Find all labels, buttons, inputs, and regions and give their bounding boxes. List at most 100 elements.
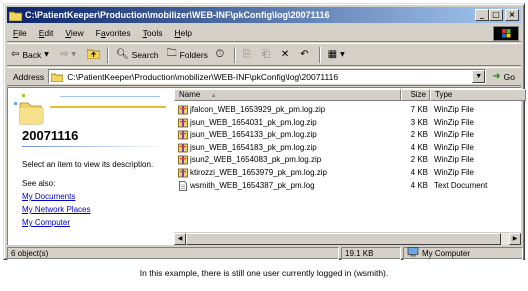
chevron-down-icon: ▼ [71, 51, 76, 58]
zip-icon [178, 130, 188, 140]
menu-view[interactable]: View [59, 28, 89, 38]
views-button[interactable]: ▦ ▼ [324, 46, 352, 64]
content-area: 20071116 Select an item to view its desc… [7, 87, 526, 245]
scroll-thumb[interactable] [186, 233, 501, 245]
up-folder-button[interactable] [83, 46, 104, 64]
folders-button[interactable]: 🗀 Folders [163, 46, 212, 64]
maximize-button[interactable]: □ [489, 9, 503, 21]
toolbar-divider [318, 46, 321, 63]
toolbar: ⇦ Back ▼ ⇨ ▼ 🔍︎ Search 🗀 Folders 🕓︎ ⎘ ⎗ … [7, 43, 521, 66]
zip-icon [178, 143, 188, 153]
minimize-button[interactable]: _ [475, 9, 489, 21]
file-size: 7 KB [410, 105, 428, 114]
column-header-name[interactable]: Name ▲ [174, 89, 401, 101]
undo-button[interactable]: ↶ [296, 46, 315, 64]
back-button[interactable]: ⇦ Back ▼ [7, 46, 56, 64]
search-icon: 🔍︎ [115, 49, 129, 60]
file-row[interactable]: jsun2_WEB_1654083_pk_pm.log.zip 2 KB WinZi… [174, 154, 521, 166]
file-row[interactable]: wsmith_WEB_1654387_pk_pm.log 4 KB Text Doc… [174, 180, 521, 192]
folder-banner-icon [14, 94, 166, 125]
file-row[interactable]: jsun_WEB_1654031_pk_pm.log.zip 3 KB WinZip… [174, 117, 521, 129]
file-name: ktirozzi_WEB_1653979_pk_pm.log.zip [190, 168, 327, 177]
file-size: 3 KB [410, 117, 428, 127]
menu-edit[interactable]: Edit [33, 28, 60, 38]
title-bar[interactable]: C:\PatientKeeper\Production\mobilizer\WE… [7, 7, 521, 23]
figure-caption: In this example, there is still one user… [139, 268, 389, 278]
status-object-count: 6 object(s) [7, 247, 339, 260]
history-button[interactable]: 🕓︎ [212, 46, 231, 64]
file-name: jsun_WEB_1654133_pk_pm.log.zip [190, 130, 317, 140]
left-pane: 20071116 Select an item to view its desc… [8, 88, 171, 229]
copy-to-button[interactable]: ⎗ [258, 46, 277, 64]
copy-to-icon: ⎗ [261, 49, 270, 60]
zip-icon [178, 105, 188, 115]
file-name: wsmith_WEB_1654387_pk_pm.log [190, 180, 315, 190]
link-my-network-places[interactable]: My Network Places [22, 205, 90, 214]
divider [22, 146, 167, 147]
menu-help[interactable]: Help [169, 28, 198, 38]
horizontal-scrollbar[interactable]: ◀ ▶ [174, 232, 521, 245]
link-my-documents[interactable]: My Documents [22, 192, 75, 201]
address-input[interactable]: C:\PatientKeeper\Production\mobilizer\WE… [48, 69, 487, 84]
file-type: WinZip File [434, 142, 475, 152]
address-value: C:\PatientKeeper\Production\mobilizer\WE… [67, 71, 339, 82]
file-name: jsun_WEB_1654183_pk_pm.log.zip [190, 142, 317, 152]
folder-title: 20071116 [22, 128, 79, 143]
file-row[interactable]: jsun_WEB_1654133_pk_pm.log.zip 2 KB WinZip… [174, 129, 521, 141]
undo-icon: ↶ [300, 49, 309, 60]
zip-icon [178, 168, 188, 178]
delete-button[interactable]: ✕ [277, 46, 296, 64]
sort-ascending-icon: ▲ [210, 93, 217, 99]
status-bar: 6 object(s) 19.1 KB My Computer [7, 247, 523, 260]
column-header-type[interactable]: Type [430, 89, 526, 101]
toolbar-divider [106, 46, 109, 63]
chevron-down-icon: ▼ [44, 51, 49, 58]
forward-button[interactable]: ⇨ ▼ [56, 46, 83, 64]
see-also-label: See also: [22, 179, 56, 188]
address-label: Address [13, 71, 45, 82]
file-row[interactable]: jfalcon_WEB_1653929_pk_pm.log.zip 7 KB Win… [174, 104, 521, 116]
text-file-icon [179, 180, 187, 191]
file-name: jfalcon_WEB_1653929_pk_pm.log.zip [190, 105, 326, 114]
history-icon: 🕓︎ [215, 49, 224, 60]
close-button[interactable]: × [505, 9, 519, 21]
file-type: WinZip File [434, 130, 475, 140]
file-list: Name ▲ Size Type jfalcon_WEB_1653929_pk_… [174, 88, 526, 229]
status-size: 19.1 KB [341, 247, 401, 260]
column-header-size[interactable]: Size [401, 89, 430, 101]
chevron-down-icon: ▼ [340, 51, 345, 58]
file-size: 4 KB [410, 180, 428, 190]
menu-favorites[interactable]: Favorites [90, 28, 137, 38]
menu-file[interactable]: File [7, 28, 33, 38]
file-row[interactable]: ktirozzi_WEB_1653979_pk_pm.log.zip 4 KB Wi… [174, 167, 521, 179]
file-row[interactable]: jsun_WEB_1654183_pk_pm.log.zip 4 KB WinZip… [174, 142, 521, 154]
folder-icon [50, 72, 64, 82]
scroll-left-button[interactable]: ◀ [174, 233, 186, 245]
scroll-right-button[interactable]: ▶ [509, 233, 521, 245]
menu-bar: File Edit View Favorites Tools Help [7, 25, 521, 42]
file-size: 2 KB [410, 130, 428, 140]
folder-icon [8, 10, 23, 21]
hint-text: Select an item to view its description. [22, 160, 154, 169]
forward-arrow-icon: ⇨ [59, 49, 69, 60]
zip-icon [178, 155, 188, 165]
move-to-icon: ⎘ [242, 49, 251, 60]
address-dropdown-button[interactable]: ▼ [472, 70, 486, 83]
file-type: WinZip File [434, 117, 475, 127]
link-my-computer[interactable]: My Computer [22, 218, 70, 227]
file-size: 4 KB [410, 168, 428, 177]
file-size: 4 KB [410, 142, 428, 152]
file-type: Text Document [434, 180, 488, 190]
toolbar-divider [233, 46, 236, 63]
file-type: WinZip File [434, 168, 475, 177]
move-to-button[interactable]: ⎘ [239, 46, 258, 64]
status-location: My Computer [403, 247, 523, 260]
search-button[interactable]: 🔍︎ Search [112, 46, 163, 64]
menu-tools[interactable]: Tools [137, 28, 169, 38]
back-arrow-icon: ⇦ [11, 49, 20, 60]
file-type: WinZip File [434, 105, 475, 114]
file-size: 2 KB [410, 155, 428, 165]
file-name: jsun2_WEB_1654083_pk_pm.log.zip [190, 155, 322, 165]
windows-logo-icon [493, 26, 519, 41]
go-button[interactable]: ➜ Go [486, 71, 521, 82]
